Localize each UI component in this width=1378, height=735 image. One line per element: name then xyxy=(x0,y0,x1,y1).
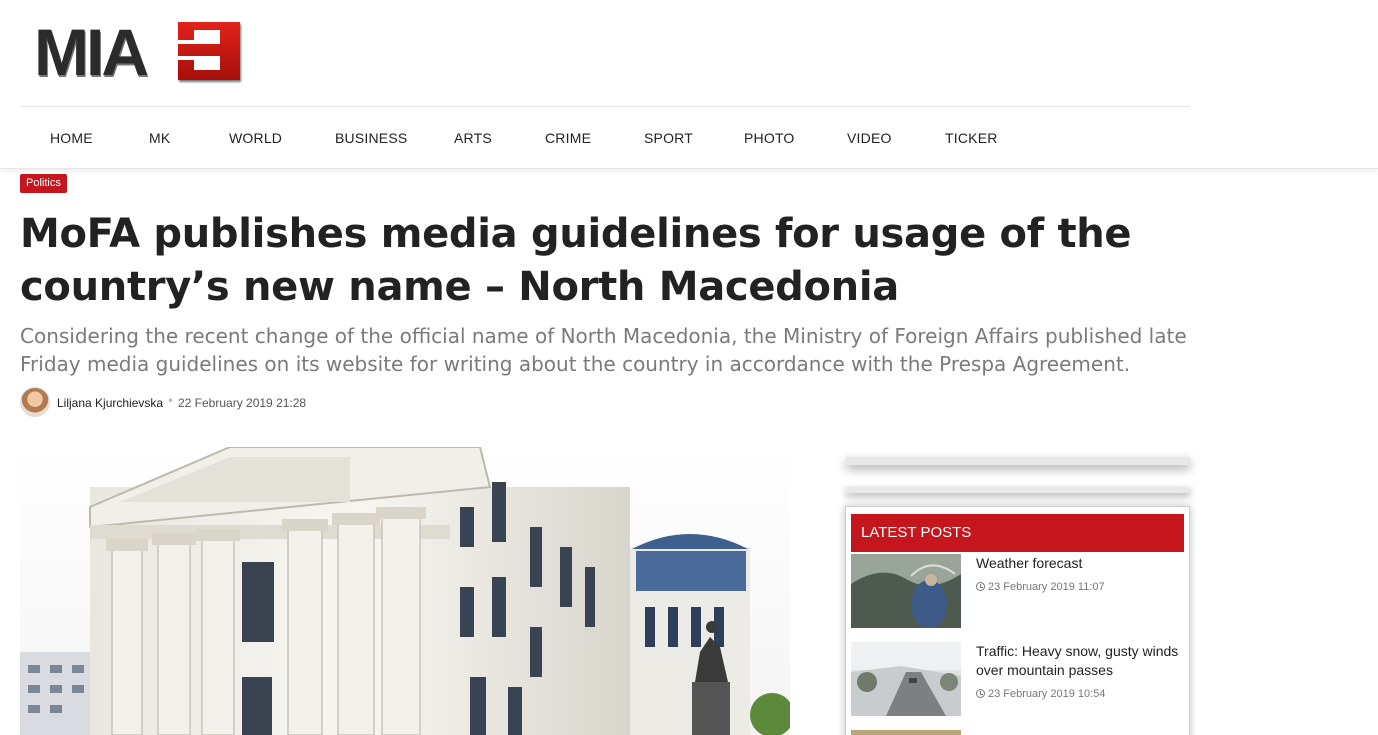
nav-item-mk[interactable]: MK xyxy=(149,130,170,146)
post-thumbnail[interactable] xyxy=(851,730,961,735)
post-date-text: 23 February 2019 10:54 xyxy=(988,688,1106,700)
latest-post-item[interactable]: Traffic: Heavy snow, gusty winds over mo… xyxy=(851,642,1181,716)
latest-posts-widget: LATEST POSTS Weather forecast 23 Februar… xyxy=(845,506,1190,735)
post-thumbnail[interactable] xyxy=(851,554,961,628)
sidebar-ad-placeholder xyxy=(846,457,1190,465)
nav-item-ticker[interactable]: TICKER xyxy=(945,130,998,146)
author-name[interactable]: Liljana Kjurchievska xyxy=(57,396,163,410)
clock-icon xyxy=(976,689,985,698)
category-badge[interactable]: Politics xyxy=(20,174,67,193)
article-featured-image xyxy=(20,447,790,735)
nav-item-arts[interactable]: ARTS xyxy=(454,130,492,146)
post-thumbnail[interactable] xyxy=(851,642,961,716)
nav-item-sport[interactable]: SPORT xyxy=(644,130,693,146)
nav-item-world[interactable]: WORLD xyxy=(229,130,282,146)
post-date-text: 23 February 2019 11:07 xyxy=(988,581,1105,593)
nav-item-video[interactable]: VIDEO xyxy=(847,130,892,146)
post-date: 23 February 2019 11:07 xyxy=(976,581,1105,593)
nav-item-crime[interactable]: CRIME xyxy=(545,130,591,146)
latest-post-item[interactable] xyxy=(851,730,1181,735)
latest-posts-heading: LATEST POSTS xyxy=(851,514,1184,552)
clock-icon xyxy=(976,582,985,591)
logo-text: MIA xyxy=(34,15,149,89)
site-logo[interactable]: MIA xyxy=(34,15,242,89)
post-title[interactable]: Weather forecast xyxy=(976,554,1186,573)
article-title: MoFA publishes media guidelines for usag… xyxy=(20,211,1132,310)
logo-mark-icon xyxy=(178,22,240,80)
article-lead: Considering the recent change of the off… xyxy=(20,324,1187,376)
article-date: 22 February 2019 21:28 xyxy=(178,396,307,410)
post-title[interactable]: Traffic: Heavy snow, gusty winds over mo… xyxy=(976,642,1186,680)
nav-item-home[interactable]: HOME xyxy=(50,130,93,146)
meta-separator: • xyxy=(167,394,175,408)
latest-post-item[interactable]: Weather forecast 23 February 2019 11:07 xyxy=(851,554,1181,628)
main-nav: HOME MK WORLD BUSINESS ARTS CRIME SPORT … xyxy=(0,107,1378,169)
nav-item-photo[interactable]: PHOTO xyxy=(744,130,795,146)
author-avatar[interactable] xyxy=(20,387,50,417)
nav-item-business[interactable]: BUSINESS xyxy=(335,130,407,146)
sidebar-ad-placeholder-2 xyxy=(846,487,1190,493)
post-date: 23 February 2019 10:54 xyxy=(976,688,1105,700)
